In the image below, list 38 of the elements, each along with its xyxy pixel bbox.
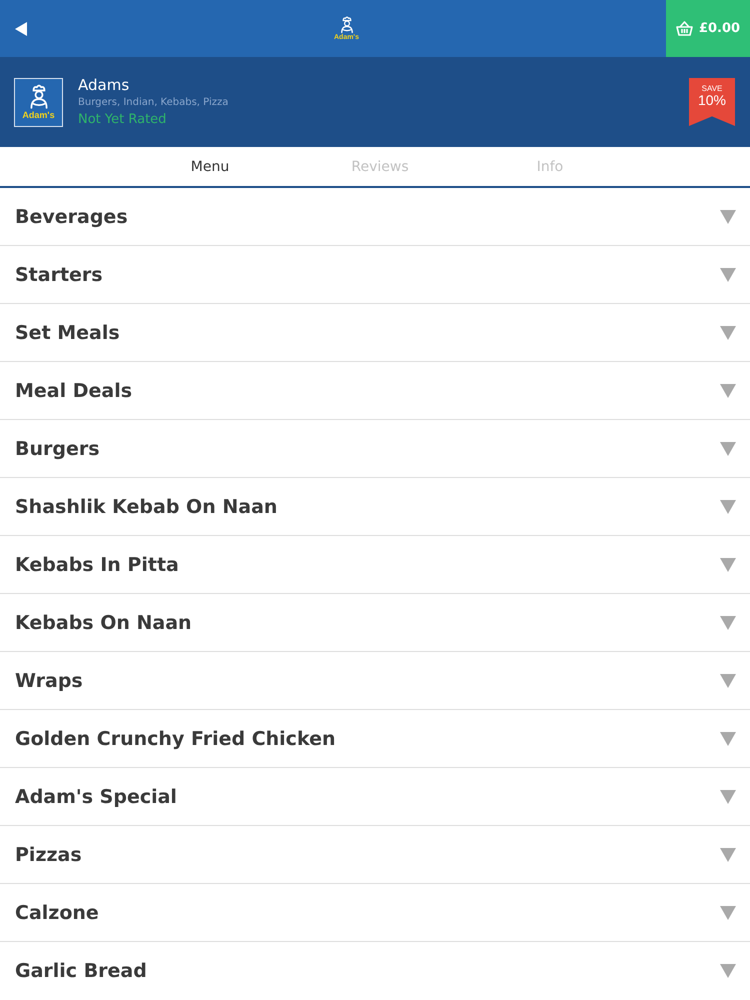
- back-button[interactable]: [15, 22, 27, 36]
- category-row[interactable]: Meal Deals: [0, 362, 750, 420]
- basket-icon: [676, 21, 693, 36]
- category-name: Kebabs In Pitta: [15, 554, 179, 576]
- save-label: SAVE: [702, 84, 722, 93]
- category-name: Beverages: [15, 206, 128, 228]
- rating-text: Not Yet Rated: [78, 110, 168, 128]
- category-row[interactable]: Calzone: [0, 884, 750, 942]
- category-row[interactable]: Adam's Special: [0, 768, 750, 826]
- category-row[interactable]: Set Meals: [0, 304, 750, 362]
- category-row[interactable]: Wraps: [0, 652, 750, 710]
- category-name: Pizzas: [15, 844, 82, 866]
- discount-value: 10%: [698, 93, 726, 108]
- category-row[interactable]: Burgers: [0, 420, 750, 478]
- back-icon: [15, 22, 27, 36]
- category-name: Set Meals: [15, 322, 120, 344]
- logo-text: Adam's: [22, 110, 55, 120]
- tab[interactable]: Menu: [125, 158, 295, 174]
- category-name: Wraps: [15, 670, 83, 692]
- category-name: Calzone: [15, 902, 99, 924]
- category-row[interactable]: Kebabs On Naan: [0, 594, 750, 652]
- category-row[interactable]: Golden Crunchy Fried Chicken: [0, 710, 750, 768]
- category-name: Meal Deals: [15, 380, 132, 402]
- category-row[interactable]: Beverages: [0, 188, 750, 246]
- cuisine-list: Burgers, Indian, Kebabs, Pizza: [78, 94, 689, 110]
- category-name: Golden Crunchy Fried Chicken: [15, 728, 336, 750]
- category-name: Burgers: [15, 438, 100, 460]
- category-name: Shashlik Kebab On Naan: [15, 496, 278, 518]
- category-row[interactable]: Shashlik Kebab On Naan: [0, 478, 750, 536]
- category-name: Starters: [15, 264, 103, 286]
- category-name: Garlic Bread: [15, 960, 147, 982]
- category-row[interactable]: Garlic Bread: [0, 942, 750, 1000]
- category-row[interactable]: Starters: [0, 246, 750, 304]
- category-name: Adam's Special: [15, 786, 177, 808]
- category-row[interactable]: Pizzas: [0, 826, 750, 884]
- category-row[interactable]: Kebabs In Pitta: [0, 536, 750, 594]
- category-name: Kebabs On Naan: [15, 612, 192, 634]
- restaurant-name: Adams: [78, 74, 130, 94]
